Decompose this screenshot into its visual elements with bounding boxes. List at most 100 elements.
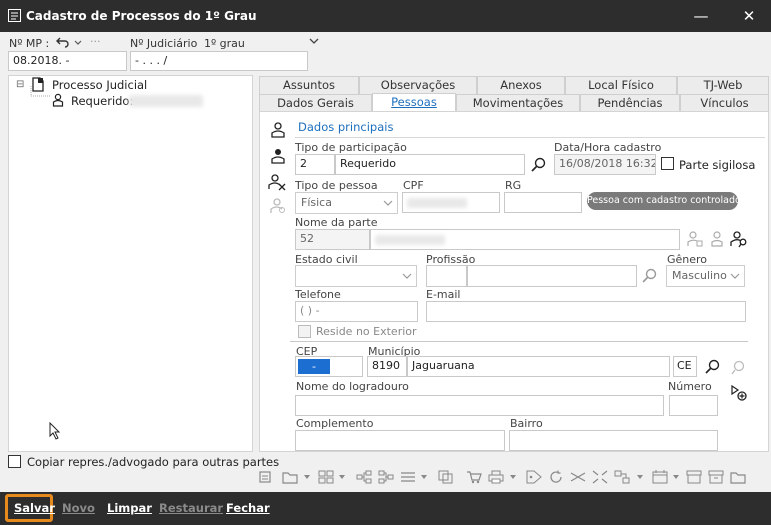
undo-icon[interactable] [56,36,70,48]
chevron-down-icon[interactable] [74,40,82,46]
uf-input[interactable]: CE [673,356,697,377]
hierarchy-icon[interactable] [378,470,394,484]
nmp-input[interactable]: 08.2018. - [8,51,127,71]
subtab-dados-principais[interactable]: Dados principais [298,120,393,134]
archive-icon[interactable] [686,470,702,484]
chevron-down-icon[interactable] [338,474,346,480]
more-icon[interactable]: ··· [90,35,101,48]
document-icon[interactable] [258,470,272,484]
fechar-button[interactable]: Fechar [226,501,270,515]
chevron-down-icon[interactable] [672,474,680,480]
calendar-icon[interactable] [652,470,668,484]
cpf-input[interactable] [402,192,500,213]
chevron-down-icon[interactable] [420,474,428,480]
person-search-icon[interactable] [730,230,748,248]
numero-input[interactable] [669,395,718,416]
refresh-icon[interactable] [548,470,564,484]
grid-icon[interactable] [318,470,334,484]
tree-root-label[interactable]: Processo Judicial [52,78,147,92]
print-icon[interactable] [488,470,504,484]
tree-child-label[interactable]: Requerido: [71,94,133,108]
process-tree[interactable]: ⊟ Processo Judicial Requerido: [8,75,253,452]
search-icon[interactable] [530,156,548,174]
tipo-pessoa-select[interactable]: Física [295,192,398,214]
estado-civil-select[interactable] [295,265,417,287]
title-bar: Cadastro de Processos do 1º Grau — ✕ [0,0,771,32]
municipio-input[interactable]: Jaguaruana [407,356,670,377]
add-person-icon[interactable] [269,147,287,165]
telefone-input[interactable]: ( ) - [295,301,418,322]
remove-person-icon[interactable] [268,173,286,191]
cart-icon[interactable] [466,470,482,484]
rg-input[interactable] [504,192,582,213]
nome-parte-input[interactable] [370,229,680,250]
nome-parte-label: Nome da parte [295,216,378,229]
tab-observacoes[interactable]: Observações [359,76,477,94]
complemento-input[interactable] [295,430,505,451]
tipo-participacao-input[interactable]: Requerido [335,154,525,175]
list-icon[interactable] [400,470,416,484]
minimize-button[interactable]: — [688,5,714,27]
tab-local-fisico[interactable]: Local Físico [565,76,677,94]
chevron-down-icon [402,273,412,279]
municipio-code[interactable]: 8190 [367,356,407,377]
novo-button: Novo [62,501,95,515]
tab-pessoas[interactable]: Pessoas [372,93,456,112]
chevron-down-icon[interactable] [303,474,311,480]
bairro-input[interactable] [509,430,718,451]
reside-exterior-label: Reside no Exterior [316,325,417,338]
tab-movimentacoes[interactable]: Movimentações [456,94,580,112]
grau-label: 1º grau [204,37,245,50]
redacted-name [129,95,203,107]
expand-icon[interactable] [592,470,608,484]
person-info-icon [711,231,723,247]
salvar-button[interactable]: Salvar [14,501,55,515]
genero-value: Masculino [672,269,727,282]
shuffle-icon[interactable] [570,470,586,484]
profissao-input[interactable] [467,265,637,287]
tipo-participacao-code[interactable]: 2 [295,154,335,175]
close-button[interactable]: ✕ [736,5,762,27]
redacted-cpf [407,198,467,208]
cep-input[interactable]: - [295,356,363,377]
tree-expander[interactable]: ⊟ [16,79,24,90]
tab-pendencias[interactable]: Pendências [580,94,680,112]
chevron-down-icon[interactable] [636,474,644,480]
reside-exterior-checkbox [298,325,311,338]
nmp-label: Nº MP : [9,37,50,50]
profissao-code[interactable] [426,265,467,287]
limpar-button[interactable]: Limpar [107,501,152,515]
email-input[interactable] [426,301,746,322]
judiciario-label: Nº Judiciário [130,37,198,50]
email-label: E-mail [426,288,461,301]
folder-icon[interactable] [282,470,298,484]
tipo-pessoa-value: Física [301,196,332,209]
cadastro-controlado-badge[interactable]: Pessoa com cadastro controlado [587,192,741,210]
copy-icon[interactable] [438,470,454,484]
tab-assuntos[interactable]: Assuntos [259,76,359,94]
cep-value: - [298,359,330,374]
chevron-down-icon[interactable] [309,38,319,46]
merge-icon[interactable] [614,470,630,484]
tab-vinculos[interactable]: Vínculos [680,94,769,112]
folder-icon[interactable] [730,470,746,484]
search-icon[interactable] [641,267,659,285]
add-address-icon[interactable] [730,384,748,402]
genero-select[interactable]: Masculino [666,265,745,287]
logradouro-input[interactable] [295,395,664,416]
copiar-advogado-checkbox[interactable] [8,455,21,468]
hierarchy-icon[interactable] [356,470,372,484]
archive-icon[interactable] [708,470,724,484]
person-icon[interactable] [269,121,287,139]
parte-sigilosa-checkbox[interactable] [661,157,674,170]
tab-anexos[interactable]: Anexos [477,76,565,94]
search-icon[interactable] [704,358,722,376]
tab-dados-gerais[interactable]: Dados Gerais [259,94,372,112]
mouse-cursor-icon [49,422,61,440]
judiciario-input[interactable]: - . . . / [130,51,308,71]
redacted-nome [375,235,445,245]
cpf-label: CPF [403,179,424,192]
tab-tj-web[interactable]: TJ-Web [677,76,769,94]
tag-icon[interactable] [526,470,542,484]
chevron-down-icon[interactable] [509,474,517,480]
